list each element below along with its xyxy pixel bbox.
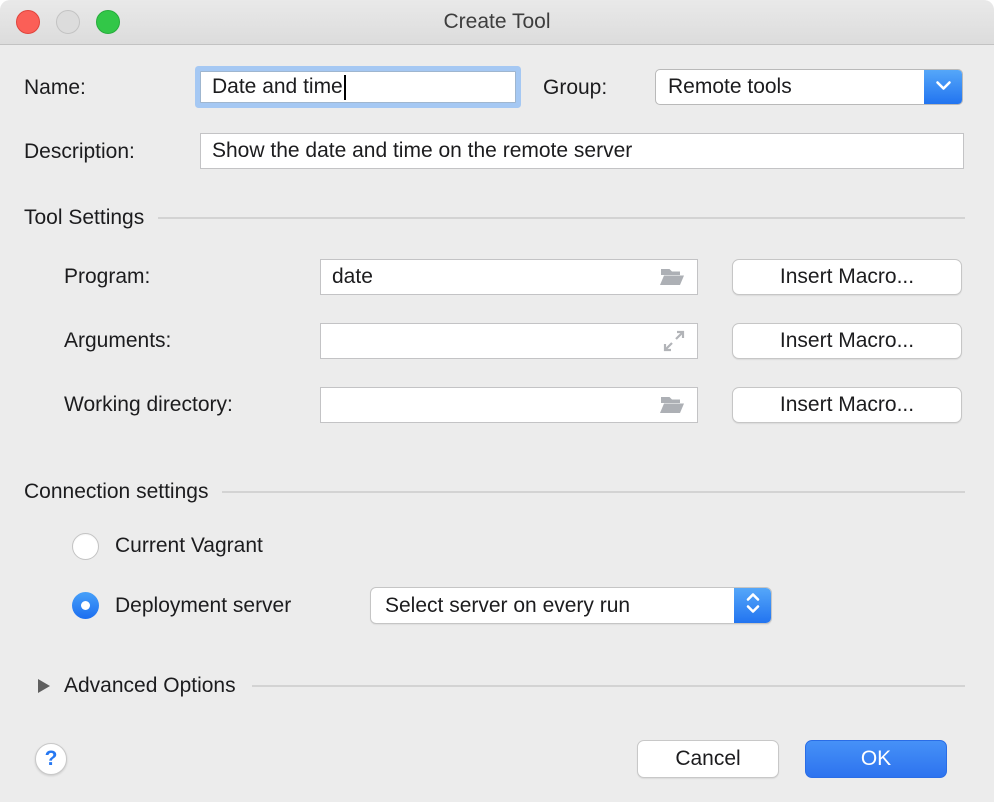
current-vagrant-label[interactable]: Current Vagrant [115, 534, 263, 558]
current-vagrant-radio[interactable] [72, 533, 99, 560]
program-input-value: date [332, 265, 373, 289]
separator-line [158, 217, 965, 219]
window-title: Create Tool [0, 0, 994, 44]
help-button[interactable]: ? [35, 743, 67, 775]
arguments-label: Arguments: [64, 329, 171, 353]
deployment-server-radio[interactable] [72, 592, 99, 619]
arguments-input[interactable] [320, 323, 698, 359]
create-tool-dialog: Create Tool Name: Date and time Group: R… [0, 0, 994, 802]
separator-line [222, 491, 965, 493]
title-bar: Create Tool [0, 0, 994, 45]
connection-settings-title: Connection settings [24, 480, 208, 504]
working-directory-insert-macro-button[interactable]: Insert Macro... [732, 387, 962, 423]
deployment-server-label[interactable]: Deployment server [115, 594, 291, 618]
chevron-down-icon [935, 78, 952, 96]
name-input[interactable]: Date and time [200, 71, 516, 103]
server-select[interactable]: Select server on every run [370, 587, 772, 624]
cancel-button-label: Cancel [675, 747, 740, 771]
group-combobox[interactable]: Remote tools [655, 69, 963, 105]
arguments-insert-macro-label: Insert Macro... [780, 329, 914, 353]
separator-line [252, 685, 965, 687]
text-caret [344, 75, 346, 100]
name-label: Name: [24, 76, 86, 100]
server-select-value: Select server on every run [371, 588, 734, 623]
server-select-button[interactable] [734, 588, 771, 623]
description-input[interactable]: Show the date and time on the remote ser… [200, 133, 964, 169]
radio-dot [81, 601, 90, 610]
browse-folder-icon[interactable] [658, 394, 686, 416]
cancel-button[interactable]: Cancel [637, 740, 779, 778]
advanced-options-toggle[interactable]: Advanced Options [38, 674, 965, 698]
tool-settings-section: Tool Settings [24, 206, 965, 230]
browse-folder-icon[interactable] [658, 266, 686, 288]
program-input[interactable]: date [320, 259, 698, 295]
expand-field-icon[interactable] [662, 329, 686, 353]
working-directory-insert-macro-label: Insert Macro... [780, 393, 914, 417]
program-insert-macro-button[interactable]: Insert Macro... [732, 259, 962, 295]
program-label: Program: [64, 265, 150, 289]
working-directory-input[interactable] [320, 387, 698, 423]
select-chevrons-icon [745, 590, 761, 621]
description-input-value: Show the date and time on the remote ser… [212, 139, 632, 163]
working-directory-label: Working directory: [64, 393, 233, 417]
group-label: Group: [543, 76, 607, 100]
connection-settings-section: Connection settings [24, 480, 965, 504]
arguments-insert-macro-button[interactable]: Insert Macro... [732, 323, 962, 359]
tool-settings-title: Tool Settings [24, 206, 144, 230]
description-label: Description: [24, 140, 135, 164]
ok-button-label: OK [861, 747, 891, 771]
program-insert-macro-label: Insert Macro... [780, 265, 914, 289]
ok-button[interactable]: OK [805, 740, 947, 778]
disclosure-triangle-icon[interactable] [38, 679, 50, 693]
group-dropdown-button[interactable] [924, 70, 962, 104]
group-combobox-value: Remote tools [656, 70, 924, 104]
name-input-value: Date and time [212, 75, 343, 99]
help-icon: ? [45, 747, 58, 771]
advanced-options-label: Advanced Options [64, 674, 236, 698]
